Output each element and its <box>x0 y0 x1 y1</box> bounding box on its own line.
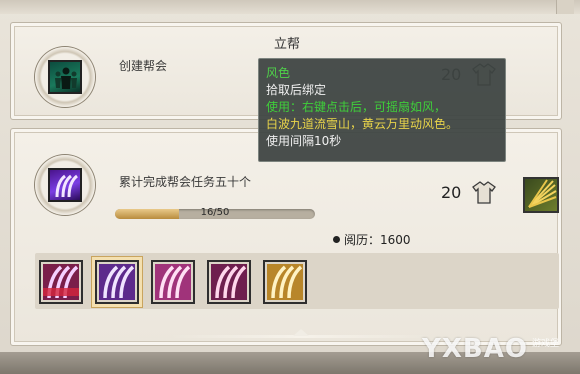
claw-mark-icon <box>267 264 303 300</box>
claw-mark-icon <box>211 264 247 300</box>
item-tooltip: 风色 拾取后绑定 使用：右键点击后，可摇扇如风， 白波九道流雪山，黄云万里动风色… <box>258 58 506 162</box>
tooltip-cooldown: 使用间隔10秒 <box>266 134 342 148</box>
panel-title: 立帮 <box>273 37 300 52</box>
item-slot-3[interactable] <box>151 260 195 304</box>
reward-count: 20 <box>441 183 462 202</box>
dot-icon <box>333 236 340 243</box>
robe-icon <box>472 181 496 204</box>
quest-window: 立帮 创建帮会 20 <box>0 0 580 374</box>
claw-mark-icon <box>48 168 82 202</box>
item-slot-2[interactable] <box>95 260 139 304</box>
tooltip-bind-info: 拾取后绑定 <box>266 83 327 97</box>
item-slot-1[interactable] <box>39 260 83 304</box>
fan-icon <box>528 179 557 208</box>
tooltip-flavor-text: 白波九道流雪山，黄云万里动风色。 <box>266 117 459 131</box>
progress-text: 16/50 <box>200 207 230 218</box>
experience-reward: 阅历：1600 <box>333 231 411 248</box>
quest-description: 创建帮会 <box>119 59 168 73</box>
watermark-subtext: 游戏堡 <box>532 339 560 349</box>
claw-mark-icon <box>43 264 79 300</box>
tooltip-usage: 使用：右键点击后，可摇扇如风， <box>266 100 447 114</box>
guild-members-icon <box>48 60 82 94</box>
quest-description: 累计完成帮会任务五十个 <box>119 175 252 189</box>
experience-label: 阅历：1600 <box>344 233 411 247</box>
top-strip <box>0 0 580 14</box>
item-slot-5[interactable] <box>263 260 307 304</box>
quest-portrait <box>35 155 95 215</box>
scroll-up-arrow-icon[interactable] <box>293 329 309 336</box>
quest-portrait <box>35 47 95 107</box>
claw-mark-icon <box>99 264 135 300</box>
tooltip-item-name: 风色 <box>266 66 291 80</box>
close-button[interactable] <box>556 0 574 14</box>
fan-reward-item[interactable] <box>523 177 559 213</box>
claw-mark-icon <box>155 264 191 300</box>
item-slot-4[interactable] <box>207 260 251 304</box>
